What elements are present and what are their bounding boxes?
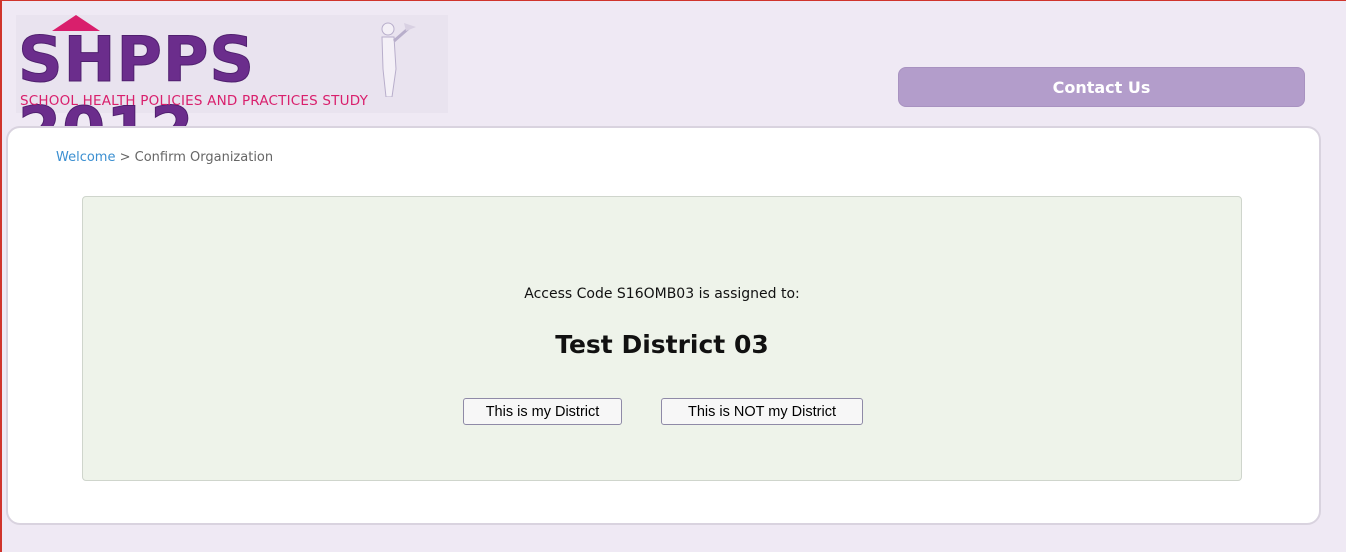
page-frame: SHPPS 2012 SCHOOL HEALTH POLICIES AND PR…: [0, 0, 1346, 552]
district-name: Test District 03: [555, 330, 769, 359]
breadcrumb-welcome-link[interactable]: Welcome: [56, 150, 115, 165]
breadcrumb-current: Confirm Organization: [134, 150, 274, 165]
main-panel: Welcome > Confirm Organization Access Co…: [6, 126, 1321, 525]
confirm-district-button[interactable]: This is my District: [463, 398, 622, 425]
logo-subtitle: SCHOOL HEALTH POLICIES AND PRACTICES STU…: [20, 93, 369, 109]
shpps-logo[interactable]: SHPPS 2012 SCHOOL HEALTH POLICIES AND PR…: [16, 15, 448, 165]
graduate-figure-icon: [381, 22, 416, 97]
confirm-organization-card: Access Code S16OMB03 is assigned to: Tes…: [82, 196, 1242, 481]
breadcrumb-separator: >: [115, 150, 135, 165]
access-code-text: Access Code S16OMB03 is assigned to:: [524, 286, 800, 302]
reject-district-button[interactable]: This is NOT my District: [661, 398, 863, 425]
breadcrumb: Welcome > Confirm Organization: [56, 150, 273, 165]
contact-us-button[interactable]: Contact Us: [898, 67, 1305, 107]
